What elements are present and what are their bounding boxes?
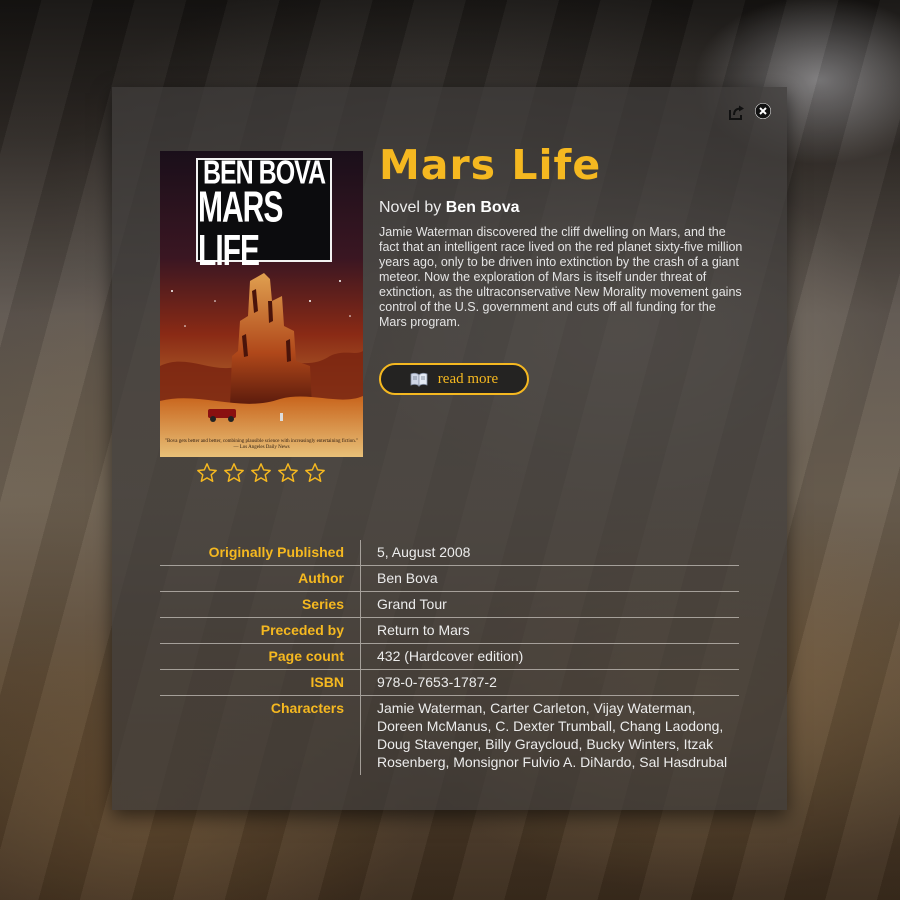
- cover-quote-source: — Los Angeles Daily News: [233, 444, 290, 450]
- cover-quote: "Bova gets better and better, combining …: [160, 439, 363, 452]
- cover-quote-text: "Bova gets better and better, combining …: [164, 438, 359, 444]
- detail-label: Preceded by: [160, 617, 361, 644]
- cover-title-box: BEN BOVA MARS LIFE: [196, 155, 332, 272]
- detail-label: Author: [160, 565, 361, 592]
- detail-row: Series Grand Tour: [160, 591, 739, 618]
- book-details-table: Originally Published 5, August 2008 Author…: [160, 540, 739, 775]
- detail-value: 5, August 2008: [377, 544, 471, 560]
- book-cover[interactable]: BEN BOVA MARS LIFE "Bova gets better and…: [160, 151, 363, 457]
- book-detail-panel: BEN BOVA MARS LIFE "Bova gets better and…: [112, 87, 787, 810]
- close-icon[interactable]: [755, 103, 771, 119]
- detail-row: Page count 432 (Hardcover edition): [160, 643, 739, 670]
- detail-value: Return to Mars: [360, 617, 739, 644]
- detail-row: Originally Published 5, August 2008: [160, 540, 739, 566]
- book-open-icon: [410, 372, 428, 387]
- detail-label: ISBN: [160, 669, 361, 696]
- star-rating: [196, 462, 326, 484]
- star-icon[interactable]: [277, 462, 299, 484]
- read-more-label: read more: [437, 370, 499, 387]
- read-more-button[interactable]: read more: [379, 363, 529, 395]
- book-title: Mars Life: [379, 141, 602, 189]
- detail-row: Preceded by Return to Mars: [160, 617, 739, 644]
- detail-label: Page count: [160, 643, 361, 670]
- share-icon[interactable]: [727, 103, 745, 121]
- detail-row: ISBN 978-0-7653-1787-2: [160, 669, 739, 696]
- detail-label: Series: [160, 591, 361, 618]
- star-icon[interactable]: [196, 462, 218, 484]
- star-icon[interactable]: [250, 462, 272, 484]
- star-icon[interactable]: [223, 462, 245, 484]
- detail-value: Grand Tour: [360, 591, 739, 618]
- detail-label: Characters: [160, 695, 361, 775]
- detail-value: 978-0-7653-1787-2: [360, 669, 739, 696]
- book-subtitle: Novel by Ben Bova: [379, 199, 520, 217]
- book-description: Jamie Waterman discovered the cliff dwel…: [379, 225, 743, 329]
- book-author: Ben Bova: [445, 199, 520, 216]
- star-icon[interactable]: [304, 462, 326, 484]
- cover-title-text: MARS LIFE: [198, 183, 283, 275]
- panel-toolbar: [727, 103, 771, 121]
- book-kind: Novel by: [379, 199, 442, 216]
- detail-value: Ben Bova: [360, 565, 739, 592]
- detail-row: Characters Jamie Waterman, Carter Carleto…: [160, 695, 739, 775]
- detail-row: Author Ben Bova: [160, 565, 739, 592]
- detail-value: 432 (Hardcover edition): [360, 643, 739, 670]
- detail-value: Jamie Waterman, Carter Carleton, Vijay W…: [360, 695, 739, 775]
- detail-label: Originally Published: [160, 540, 361, 566]
